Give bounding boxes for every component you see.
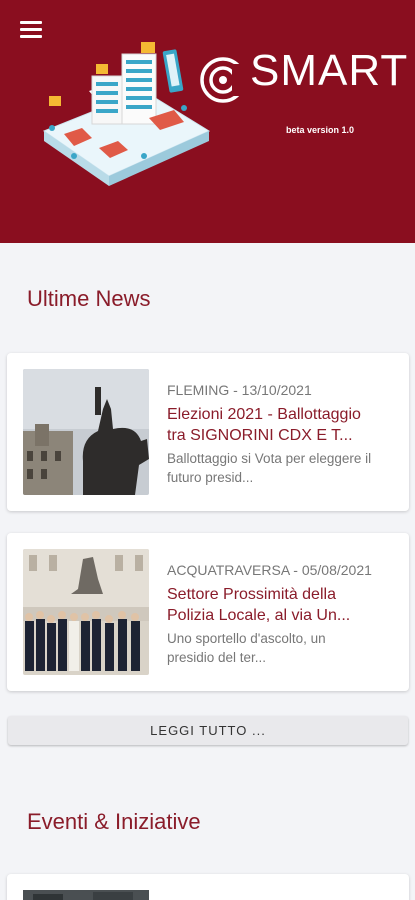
news-headline-line: Polizia Locale, al via Un... bbox=[167, 607, 351, 624]
read-more-button[interactable]: LEGGI TUTTO ... bbox=[8, 716, 408, 745]
events-section-title: Eventi & Iniziative bbox=[27, 809, 201, 834]
news-headline[interactable]: Elezioni 2021 - Ballottaggio tra SIGNORI… bbox=[167, 404, 395, 446]
news-meta: FLEMING - 13/10/2021 bbox=[167, 382, 312, 398]
news-headline-line: Elezioni 2021 - Ballottaggio bbox=[167, 406, 361, 423]
news-excerpt-line: Ballottaggio si Vota per eleggere il bbox=[167, 451, 372, 466]
news-excerpt-line: futuro presid... bbox=[167, 470, 254, 485]
news-headline-line: tra SIGNORINI CDX E T... bbox=[167, 427, 353, 444]
event-thumbnail-image bbox=[23, 890, 149, 900]
news-section-title: Ultime News bbox=[27, 286, 151, 311]
app-header: SMART beta version 1.0 bbox=[0, 0, 415, 243]
news-thumbnail-image bbox=[23, 549, 149, 675]
news-excerpt-line: presidio del ter... bbox=[167, 650, 267, 665]
event-card[interactable] bbox=[7, 874, 409, 900]
smart-city-illustration bbox=[42, 42, 211, 186]
news-headline-line: Settore Prossimità della bbox=[167, 586, 336, 603]
news-excerpt-line: Uno sportello d'ascolto, un bbox=[167, 631, 326, 646]
news-meta: ACQUATRAVERSA - 05/08/2021 bbox=[167, 562, 372, 578]
version-label: beta version 1.0 bbox=[286, 125, 355, 135]
news-thumbnail-image bbox=[23, 369, 149, 495]
news-card[interactable]: FLEMING - 13/10/2021 Elezioni 2021 - Bal… bbox=[7, 353, 409, 511]
news-excerpt: Uno sportello d'ascolto, un presidio del… bbox=[167, 629, 395, 667]
news-excerpt: Ballottaggio si Vota per eleggere il fut… bbox=[167, 449, 395, 487]
brand-name: SMART bbox=[250, 46, 409, 95]
news-headline[interactable]: Settore Prossimità della Polizia Locale,… bbox=[167, 584, 395, 626]
news-card[interactable]: ACQUATRAVERSA - 05/08/2021 Settore Pross… bbox=[7, 533, 409, 691]
